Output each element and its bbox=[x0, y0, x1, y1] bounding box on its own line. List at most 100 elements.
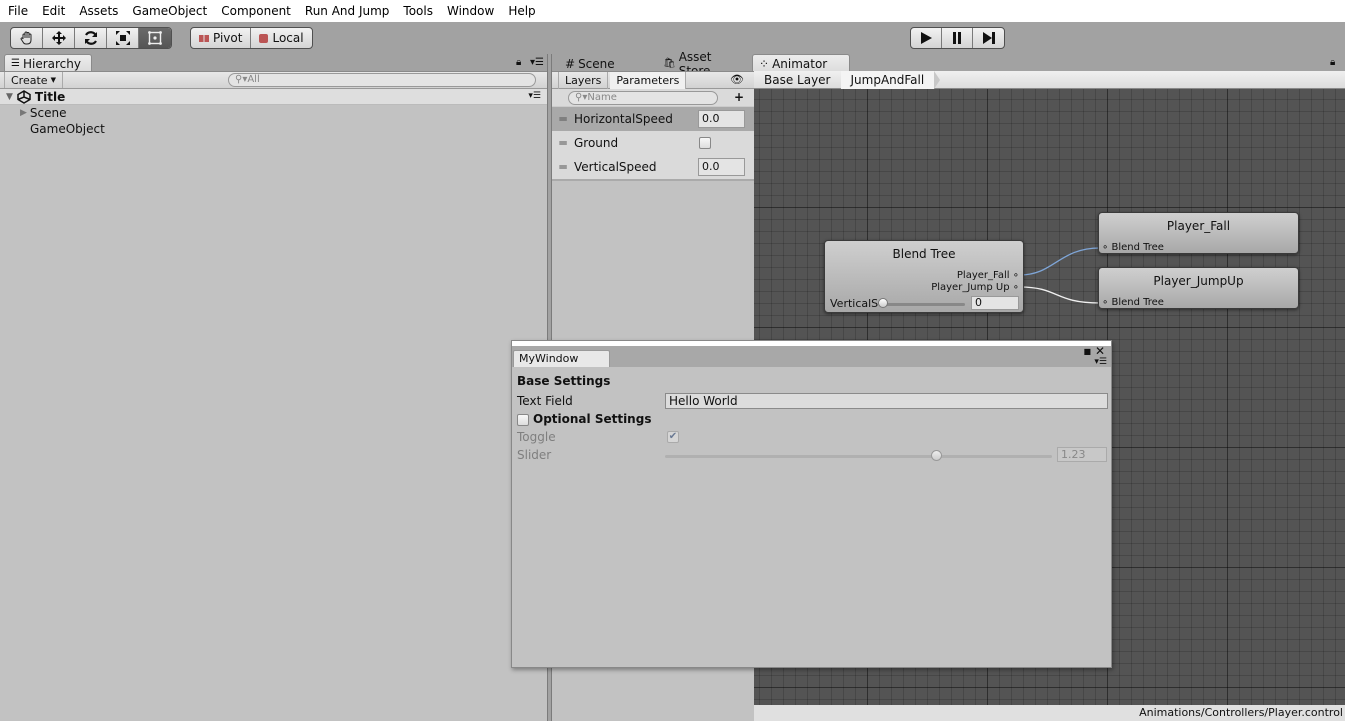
toggle-checkbox[interactable]: ✔ bbox=[667, 431, 679, 443]
pivot-toggle[interactable]: Pivot bbox=[191, 28, 252, 48]
output-port[interactable]: Player_Fall ∘ bbox=[957, 270, 1019, 281]
slider-value-field[interactable]: 1.23 bbox=[1057, 447, 1107, 462]
rotate-tool-button[interactable] bbox=[75, 28, 107, 48]
dropdown-arrow-icon: ▼ bbox=[50, 76, 56, 84]
input-port[interactable]: ∘ Blend Tree bbox=[1102, 242, 1164, 253]
parameter-row[interactable]: ═ Ground bbox=[552, 131, 754, 155]
scene-tab-label: Scene bbox=[578, 56, 615, 71]
scale-tool-button[interactable] bbox=[107, 28, 139, 48]
animator-icon: ⁘ bbox=[759, 56, 770, 71]
breadcrumb-jumpandfall[interactable]: JumpAndFall bbox=[840, 70, 940, 89]
move-icon bbox=[51, 31, 66, 45]
mywindow-tabbar: MyWindow ■ ✕ ▾☰ bbox=[512, 344, 1111, 367]
parameter-list: ═ HorizontalSpeed 0.0 ═ Ground ═ Vertica… bbox=[552, 107, 754, 181]
animator-tabbar: # Scene 🛍︎ Asset Store ⁘ Animator 🔒︎ bbox=[552, 50, 1345, 78]
drag-handle-icon[interactable]: ═ bbox=[552, 160, 574, 174]
parameter-row[interactable]: ═ HorizontalSpeed 0.0 bbox=[552, 107, 754, 131]
state-node-player-jumpup[interactable]: Player_JumpUp ∘ Blend Tree bbox=[1098, 267, 1299, 309]
search-icon: ⚲▾ bbox=[575, 92, 588, 103]
play-button[interactable] bbox=[911, 28, 942, 48]
menu-run-and-jump[interactable]: Run And Jump bbox=[305, 4, 390, 18]
slider-thumb[interactable] bbox=[930, 450, 942, 461]
hierarchy-toolbar: Create ▼ ⚲▾All bbox=[0, 72, 547, 89]
parameter-value-field[interactable]: 0.0 bbox=[698, 158, 745, 176]
parameter-search-row: ⚲▾Name + bbox=[552, 89, 754, 107]
hand-tool-button[interactable] bbox=[11, 28, 43, 48]
node-title: Player_JumpUp bbox=[1153, 274, 1244, 288]
tab-mywindow[interactable]: MyWindow bbox=[513, 350, 610, 367]
tab-layers[interactable]: Layers bbox=[558, 72, 609, 89]
menu-tools[interactable]: Tools bbox=[403, 4, 433, 18]
drag-handle-icon[interactable]: ═ bbox=[552, 136, 574, 150]
node-title: Player_Fall bbox=[1166, 219, 1231, 233]
search-icon: ⚲▾ bbox=[235, 74, 248, 85]
mywindow-panel: MyWindow ■ ✕ ▾☰ Base Settings Text Field… bbox=[511, 340, 1112, 668]
expand-arrow-icon[interactable]: ▼ bbox=[6, 92, 13, 102]
output-label: Player_Jump Up bbox=[931, 282, 1010, 293]
step-button[interactable] bbox=[973, 28, 1004, 48]
hand-icon bbox=[20, 31, 31, 45]
local-toggle[interactable]: Local bbox=[251, 28, 311, 48]
input-port[interactable]: ∘ Blend Tree bbox=[1102, 297, 1164, 308]
state-node-player-fall[interactable]: Player_Fall ∘ Blend Tree bbox=[1098, 212, 1299, 254]
move-tool-button[interactable] bbox=[43, 28, 75, 48]
parameter-checkbox[interactable] bbox=[699, 137, 711, 149]
menu-gameobject[interactable]: GameObject bbox=[132, 4, 207, 18]
toolbar: Pivot Local bbox=[0, 22, 1345, 54]
playback-controls bbox=[910, 27, 1005, 49]
scene-title: Title bbox=[34, 89, 66, 104]
optional-settings-checkbox[interactable] bbox=[517, 414, 529, 426]
blend-value-field[interactable]: 0 bbox=[971, 296, 1019, 310]
menu-edit[interactable]: Edit bbox=[42, 4, 65, 18]
menu-file[interactable]: File bbox=[8, 4, 28, 18]
panel-menu-icon[interactable]: ▾☰ bbox=[530, 57, 544, 68]
eye-icon[interactable]: 👁︎ bbox=[730, 73, 744, 86]
step-icon bbox=[982, 32, 995, 44]
hierarchy-search-input[interactable]: ⚲▾All bbox=[228, 73, 536, 87]
play-icon bbox=[921, 32, 932, 44]
hierarchy-tab-label: Hierarchy bbox=[22, 56, 81, 71]
hierarchy-item[interactable]: ▶ Scene bbox=[0, 105, 547, 121]
pivot-icon bbox=[199, 34, 209, 42]
tab-parameters[interactable]: Parameters bbox=[610, 72, 687, 89]
parameter-name: VerticalSpeed bbox=[574, 160, 657, 174]
breadcrumb-base-layer[interactable]: Base Layer bbox=[754, 70, 846, 89]
menu-window[interactable]: Window bbox=[447, 4, 494, 18]
lock-icon[interactable]: 🔒︎ bbox=[516, 57, 521, 68]
add-parameter-button[interactable]: + bbox=[734, 90, 744, 104]
scene-header-row[interactable]: ▼ Title ▾☰ bbox=[0, 89, 547, 105]
menu-help[interactable]: Help bbox=[508, 4, 535, 18]
pause-button[interactable] bbox=[942, 28, 973, 48]
hierarchy-item-label: Scene bbox=[29, 106, 67, 120]
blend-slider-thumb[interactable] bbox=[878, 298, 888, 308]
expand-arrow-icon[interactable]: ▶ bbox=[20, 108, 27, 118]
blend-slider-track[interactable] bbox=[880, 303, 965, 306]
tab-hierarchy[interactable]: ☰ Hierarchy bbox=[4, 54, 92, 72]
close-icon[interactable]: ✕ bbox=[1095, 344, 1105, 358]
controller-path: Animations/Controllers/Player.control bbox=[1139, 706, 1343, 719]
hierarchy-item[interactable]: GameObject bbox=[0, 121, 547, 137]
lock-icon[interactable]: 🔒︎ bbox=[1330, 57, 1335, 68]
scene-menu-icon[interactable]: ▾☰ bbox=[528, 91, 541, 101]
menu-component[interactable]: Component bbox=[221, 4, 291, 18]
parameter-row[interactable]: ═ VerticalSpeed 0.0 bbox=[552, 155, 754, 179]
output-port[interactable]: Player_Jump Up ∘ bbox=[931, 282, 1019, 293]
menu-assets[interactable]: Assets bbox=[79, 4, 118, 18]
parameter-search-input[interactable]: ⚲▾Name bbox=[568, 91, 718, 105]
tab-scene[interactable]: # Scene bbox=[558, 54, 648, 72]
tab-asset-store[interactable]: 🛍︎ Asset Store bbox=[656, 50, 748, 78]
drag-handle-icon[interactable]: ═ bbox=[552, 112, 574, 126]
rect-tool-button[interactable] bbox=[139, 28, 171, 48]
slider-track[interactable] bbox=[665, 455, 1052, 458]
layers-parameters-tabs: Layers Parameters 👁︎ bbox=[552, 72, 754, 89]
panel-menu-icon[interactable]: ▾☰ bbox=[1094, 357, 1107, 367]
parameter-value-field[interactable]: 0.0 bbox=[698, 110, 745, 128]
maximize-icon[interactable]: ■ bbox=[1083, 347, 1091, 356]
grid-icon: # bbox=[565, 56, 576, 71]
search-placeholder: Name bbox=[587, 92, 617, 103]
slider-label: Slider bbox=[517, 448, 552, 462]
create-dropdown[interactable]: Create ▼ bbox=[4, 72, 63, 88]
blend-tree-node[interactable]: Blend Tree Player_Fall ∘ Player_Jump Up … bbox=[824, 240, 1024, 313]
text-field-input[interactable]: Hello World bbox=[665, 393, 1108, 409]
tab-animator[interactable]: ⁘ Animator bbox=[752, 54, 850, 72]
